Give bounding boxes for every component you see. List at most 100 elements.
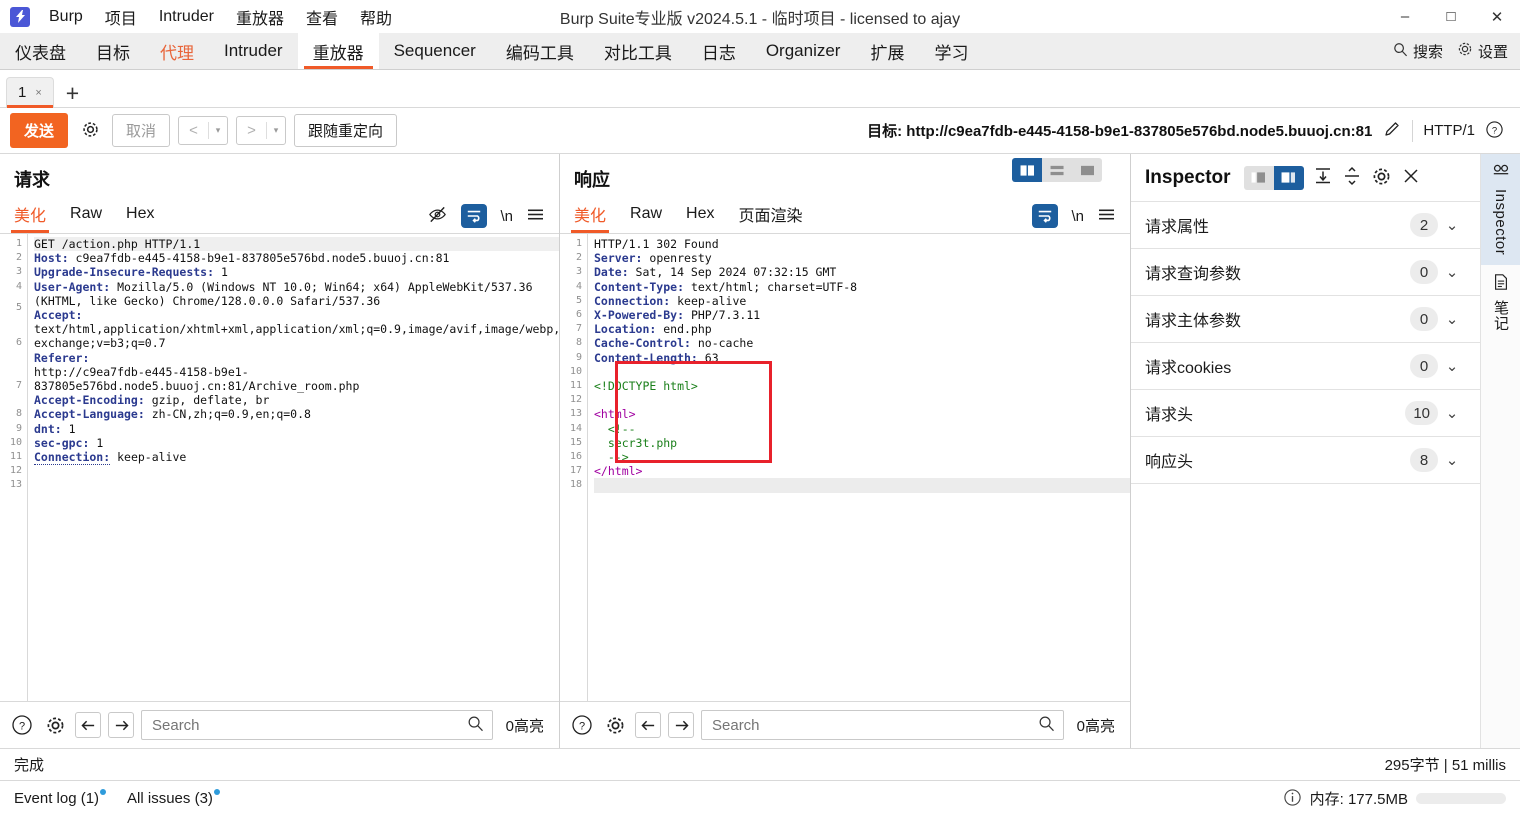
send-settings-button[interactable] — [76, 117, 104, 145]
menu-item-help[interactable]: 帮助 — [349, 2, 403, 32]
cancel-button[interactable]: 取消 — [112, 114, 170, 147]
newline-icon[interactable]: \n — [1071, 208, 1084, 225]
word-wrap-icon[interactable] — [461, 204, 487, 228]
search-icon[interactable] — [467, 715, 484, 735]
close-icon[interactable] — [1401, 166, 1421, 189]
response-tab-pretty[interactable]: 美化 — [574, 199, 606, 233]
menu-item-intruder[interactable]: Intruder — [148, 5, 225, 29]
response-search-input[interactable] — [710, 716, 1038, 735]
repeater-tab-strip[interactable]: 1 × + — [0, 70, 1520, 108]
split-horizontal-icon[interactable] — [1042, 158, 1072, 182]
help-button[interactable]: ? — [1485, 120, 1504, 142]
inspector-row-request-cookies[interactable]: 请求cookies 0 ⌄ — [1131, 343, 1480, 390]
request-editor[interactable]: 123 45 6 7 8910 111213 GET /action.php H… — [0, 233, 559, 701]
request-tab-hex[interactable]: Hex — [126, 202, 154, 230]
tab-learn[interactable]: 学习 — [919, 33, 983, 69]
event-log-button[interactable]: Event log (1) — [14, 790, 105, 807]
tab-organizer[interactable]: Organizer — [751, 33, 856, 69]
request-search-input[interactable] — [150, 716, 467, 735]
edit-target-button[interactable] — [1382, 119, 1402, 142]
expand-all-icon[interactable] — [1342, 166, 1362, 189]
request-search-settings-button[interactable] — [42, 712, 68, 738]
add-tab-button[interactable]: + — [54, 82, 91, 107]
response-tab-render[interactable]: 页面渲染 — [738, 199, 802, 233]
request-tab-pretty[interactable]: 美化 — [14, 199, 46, 233]
request-code[interactable]: GET /action.php HTTP/1.1 Host: c9ea7fdb-… — [28, 234, 559, 701]
layout-right-icon[interactable] — [1274, 166, 1304, 190]
word-wrap-icon[interactable] — [1032, 204, 1058, 228]
request-tab-raw[interactable]: Raw — [70, 202, 102, 230]
chevron-down-icon[interactable]: ⌄ — [1438, 404, 1466, 422]
menu-item-burp[interactable]: Burp — [38, 5, 94, 29]
request-view-tabs[interactable]: 美化 Raw Hex \n — [14, 199, 559, 233]
all-issues-button[interactable]: All issues (3) — [127, 790, 219, 807]
request-search-next-button[interactable] — [108, 712, 134, 738]
response-search-prev-button[interactable] — [635, 712, 661, 738]
layout-toggle-group[interactable] — [1012, 158, 1102, 182]
gear-icon[interactable] — [1371, 166, 1392, 190]
tab-intruder[interactable]: Intruder — [209, 33, 298, 69]
response-tab-raw[interactable]: Raw — [630, 202, 662, 230]
inspector-row-response-headers[interactable]: 响应头 8 ⌄ — [1131, 437, 1480, 484]
request-search-field[interactable] — [141, 710, 493, 740]
response-tab-hex[interactable]: Hex — [686, 202, 714, 230]
close-icon[interactable]: × — [35, 87, 41, 99]
tab-target[interactable]: 目标 — [81, 33, 145, 69]
single-pane-icon[interactable] — [1072, 158, 1102, 182]
menu-bar[interactable]: Burp 项目 Intruder 重放器 查看 帮助 — [38, 2, 403, 32]
response-search-settings-button[interactable] — [602, 712, 628, 738]
inspector-row-query-parameters[interactable]: 请求查询参数 0 ⌄ — [1131, 249, 1480, 296]
response-view-tabs[interactable]: 美化 Raw Hex 页面渲染 \n — [574, 199, 1130, 233]
collapse-all-icon[interactable] — [1313, 166, 1333, 189]
response-search-help-button[interactable]: ? — [569, 712, 595, 738]
response-editor[interactable]: 123 456 789 101112 131415 161718 HTTP/1.… — [560, 233, 1130, 701]
menu-icon[interactable] — [1097, 207, 1116, 225]
forward-history-button[interactable]: > ▾ — [236, 116, 286, 145]
inspector-row-request-attributes[interactable]: 请求属性 2 ⌄ — [1131, 202, 1480, 249]
inspector-side-tabs[interactable]: Inspector 笔记 — [1480, 154, 1520, 748]
memory-bar[interactable] — [1416, 793, 1506, 804]
tab-decoder[interactable]: 编码工具 — [491, 33, 589, 69]
chevron-down-icon[interactable]: ⌄ — [1438, 216, 1466, 234]
response-code[interactable]: HTTP/1.1 302 Found Server: openresty Dat… — [588, 234, 1130, 701]
tab-logger[interactable]: 日志 — [687, 33, 751, 69]
search-button[interactable]: 搜索 — [1393, 41, 1443, 62]
tab-sequencer[interactable]: Sequencer — [379, 33, 491, 69]
send-button[interactable]: 发送 — [10, 113, 68, 148]
settings-button[interactable]: 设置 — [1457, 41, 1508, 62]
chevron-down-icon[interactable]: ▾ — [267, 117, 285, 144]
eye-off-icon[interactable] — [427, 204, 448, 228]
chevron-down-icon[interactable]: ▾ — [209, 117, 227, 144]
http-version-selector[interactable]: HTTP/1 — [1423, 122, 1475, 139]
tab-dashboard[interactable]: 仪表盘 — [0, 33, 81, 69]
chevron-down-icon[interactable]: ⌄ — [1438, 310, 1466, 328]
tab-proxy[interactable]: 代理 — [145, 33, 209, 69]
follow-redirect-button[interactable]: 跟随重定向 — [294, 114, 397, 147]
chevron-down-icon[interactable]: ⌄ — [1438, 263, 1466, 281]
tab-comparer[interactable]: 对比工具 — [589, 33, 687, 69]
inspector-layout-toggle[interactable] — [1244, 166, 1304, 190]
tab-repeater[interactable]: 重放器 — [298, 33, 379, 69]
side-tab-inspector[interactable]: Inspector — [1481, 154, 1520, 265]
chevron-down-icon[interactable]: ⌄ — [1438, 451, 1466, 469]
search-icon[interactable] — [1038, 715, 1055, 735]
close-button[interactable]: ✕ — [1474, 0, 1520, 33]
side-tab-notes[interactable]: 笔记 — [1481, 265, 1520, 341]
memory-indicator[interactable]: 内存: 177.5MB — [1283, 788, 1506, 810]
request-search-prev-button[interactable] — [75, 712, 101, 738]
main-tab-bar[interactable]: 仪表盘 目标 代理 Intruder 重放器 Sequencer 编码工具 对比… — [0, 33, 1520, 70]
tab-extensions[interactable]: 扩展 — [855, 33, 919, 69]
layout-left-icon[interactable] — [1244, 166, 1274, 190]
newline-icon[interactable]: \n — [500, 208, 513, 225]
menu-item-repeater[interactable]: 重放器 — [225, 2, 295, 32]
response-search-next-button[interactable] — [668, 712, 694, 738]
back-history-button[interactable]: < ▾ — [178, 116, 228, 145]
inspector-row-body-parameters[interactable]: 请求主体参数 0 ⌄ — [1131, 296, 1480, 343]
minimize-button[interactable]: – — [1382, 0, 1428, 33]
maximize-button[interactable]: □ — [1428, 0, 1474, 33]
chevron-down-icon[interactable]: ⌄ — [1438, 357, 1466, 375]
split-vertical-icon[interactable] — [1012, 158, 1042, 182]
menu-item-view[interactable]: 查看 — [295, 2, 349, 32]
inspector-row-request-headers[interactable]: 请求头 10 ⌄ — [1131, 390, 1480, 437]
repeater-tab-1[interactable]: 1 × — [6, 77, 54, 107]
